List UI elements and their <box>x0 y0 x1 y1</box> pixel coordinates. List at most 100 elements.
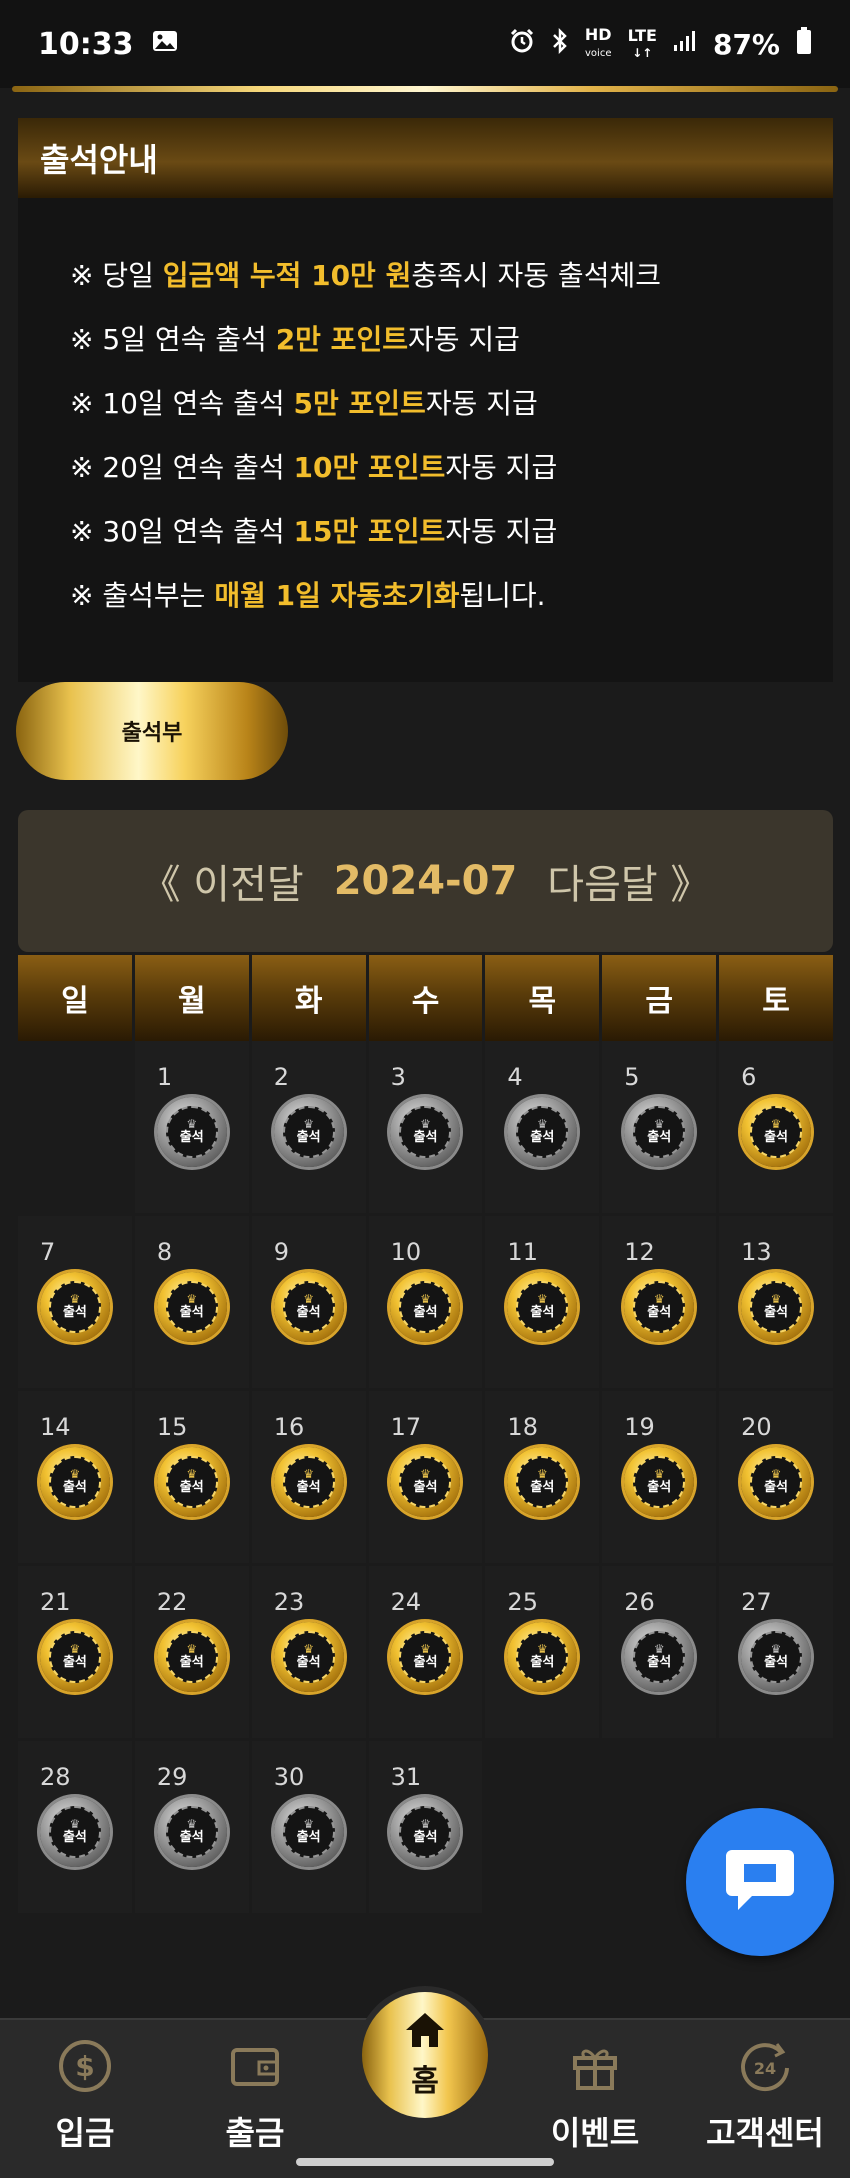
prev-month-button[interactable]: 《 이전달 <box>141 852 304 910</box>
stamp-inner: ♛ 출석 <box>399 1106 452 1158</box>
home-icon <box>403 2010 447 2054</box>
calendar-day: 30 ♛ 출석 <box>251 1741 366 1913</box>
stamp-text: 출석 <box>413 1480 438 1495</box>
crown-icon: ♛ <box>186 1817 198 1831</box>
attendance-stamp-silver-icon: ♛ 출석 <box>390 1797 461 1867</box>
stamp-inner: ♛ 출석 <box>399 1281 452 1333</box>
day-number: 20 <box>741 1413 772 1441</box>
stamp-text: 출석 <box>296 1830 321 1845</box>
day-number: 31 <box>390 1763 422 1791</box>
calendar-day: 20 ♛ 출석 <box>719 1391 833 1563</box>
battery-percent: 87% <box>712 27 780 61</box>
day-number: 8 <box>156 1238 173 1266</box>
chat-button[interactable] <box>686 1808 834 1956</box>
stamp-text: 출석 <box>62 1655 87 1670</box>
stamp-text: 출석 <box>296 1480 321 1495</box>
calendar-day: 13 ♛ 출석 <box>719 1216 833 1388</box>
support-24-icon: 24 <box>735 2036 795 2096</box>
crown-icon: ♛ <box>536 1642 548 1656</box>
day-number: 26 <box>624 1588 655 1616</box>
crown-icon: ♛ <box>69 1642 81 1656</box>
day-number: 23 <box>273 1588 305 1616</box>
stamp-inner: ♛ 출석 <box>282 1106 335 1158</box>
stamp-text: 출석 <box>296 1305 321 1320</box>
crown-icon: ♛ <box>770 1467 782 1481</box>
stamp-inner: ♛ 출석 <box>165 1106 218 1158</box>
status-right: HD voice LTE ↓↑ 87% <box>509 26 812 62</box>
crown-icon: ♛ <box>303 1817 314 1831</box>
calendar-day: 16 ♛ 출석 <box>251 1391 366 1563</box>
calendar-day: 5 ♛ 출석 <box>602 1041 717 1213</box>
attendance-stamp-gold-icon: ♛ 출석 <box>273 1447 344 1517</box>
calendar-day: 15 ♛ 출석 <box>134 1391 249 1563</box>
attendance-stamp-gold-icon: ♛ 출석 <box>39 1272 110 1342</box>
day-number: 21 <box>40 1588 71 1616</box>
stamp-inner: ♛ 출석 <box>48 1806 101 1858</box>
attendance-stamp-silver-icon: ♛ 출석 <box>273 1097 344 1167</box>
info-line-highlight: 입금액 누적 10만 원 <box>162 259 412 292</box>
calendar-day: 2 ♛ 출석 <box>251 1041 366 1213</box>
voice-label: voice <box>585 47 612 59</box>
home-button-ring: 홈 <box>356 1986 494 2124</box>
day-number: 6 <box>741 1063 757 1091</box>
info-line-text: ※ 당일 <box>70 259 163 292</box>
nav-event-label: 이벤트 <box>550 2114 640 2152</box>
month-navigation: 《 이전달 2024-07 다음달 》 <box>18 810 833 952</box>
attendance-stamp-silver-icon: ♛ 출석 <box>624 1622 695 1692</box>
calendar-day: 19 ♛ 출석 <box>602 1391 717 1563</box>
nav-support[interactable]: 24 고객센터 <box>690 2030 840 2170</box>
info-line: ※ 당일 입금액 누적 10만 원충족시 자동 출석체크 <box>70 256 833 320</box>
weekday-thu: 목 <box>485 955 600 1041</box>
weekday-mon: 월 <box>134 955 249 1041</box>
attendance-stamp-silver-icon: ♛ 출석 <box>156 1797 227 1867</box>
crown-icon: ♛ <box>653 1467 665 1481</box>
attendance-stamp-gold-icon: ♛ 출석 <box>156 1622 227 1692</box>
day-number: 19 <box>624 1413 655 1441</box>
nav-home[interactable]: 홈 <box>362 1992 488 2118</box>
calendar-day: 3 ♛ 출석 <box>368 1041 483 1213</box>
attendance-stamp-gold-icon: ♛ 출석 <box>507 1622 578 1692</box>
info-line-highlight: 10만 포인트 <box>293 451 446 484</box>
day-number: 18 <box>507 1413 538 1441</box>
stamp-text: 출석 <box>647 1480 672 1495</box>
status-time: 10:33 <box>38 26 134 62</box>
stamp-text: 출석 <box>413 1305 438 1320</box>
header-gold-line <box>12 86 838 92</box>
day-number: 27 <box>741 1588 772 1616</box>
calendar-day: 31 ♛ 출석 <box>368 1741 483 1913</box>
attendance-stamp-gold-icon: ♛ 출석 <box>741 1447 812 1517</box>
nav-withdraw[interactable]: 출금 <box>180 2030 330 2170</box>
nav-event[interactable]: 이벤트 <box>520 2030 670 2170</box>
attendance-stamp-silver-icon: ♛ 출석 <box>390 1097 461 1167</box>
calendar-day: 24 ♛ 출석 <box>368 1566 483 1738</box>
stamp-inner: ♛ 출석 <box>399 1631 452 1683</box>
stamp-inner: ♛ 출석 <box>750 1106 803 1158</box>
day-number: 17 <box>390 1413 422 1441</box>
stamp-inner: ♛ 출석 <box>516 1631 569 1683</box>
calendar-day: 17 ♛ 출석 <box>368 1391 483 1563</box>
stamp-text: 출석 <box>530 1305 555 1320</box>
crown-icon: ♛ <box>303 1467 314 1481</box>
crown-icon: ♛ <box>69 1467 81 1481</box>
crown-icon: ♛ <box>303 1642 314 1656</box>
nav-support-label: 고객센터 <box>706 2114 824 2152</box>
day-number: 22 <box>156 1588 188 1616</box>
calendar-day: 25 ♛ 출석 <box>485 1566 600 1738</box>
next-month-button[interactable]: 다음달 》 <box>547 852 710 910</box>
day-number: 24 <box>390 1588 422 1616</box>
day-number: 14 <box>40 1413 71 1441</box>
nav-deposit[interactable]: $ 입금 <box>10 2030 160 2170</box>
crown-icon: ♛ <box>770 1642 782 1656</box>
crown-icon: ♛ <box>420 1467 431 1481</box>
weekday-sun: 일 <box>18 955 132 1041</box>
info-line-text: ※ 출석부는 <box>70 579 215 612</box>
nav-home-label: 홈 <box>411 2064 439 2099</box>
attendance-book-button[interactable]: 출석부 <box>16 682 288 780</box>
stamp-text: 출석 <box>647 1305 672 1320</box>
info-line-text: 자동 지급 <box>445 515 558 548</box>
stamp-inner: ♛ 출석 <box>399 1456 452 1508</box>
attendance-stamp-gold-icon: ♛ 출석 <box>156 1272 227 1342</box>
attendance-stamp-silver-icon: ♛ 출석 <box>156 1097 227 1167</box>
stamp-text: 출석 <box>179 1305 204 1320</box>
calendar-day: 22 ♛ 출석 <box>134 1566 249 1738</box>
